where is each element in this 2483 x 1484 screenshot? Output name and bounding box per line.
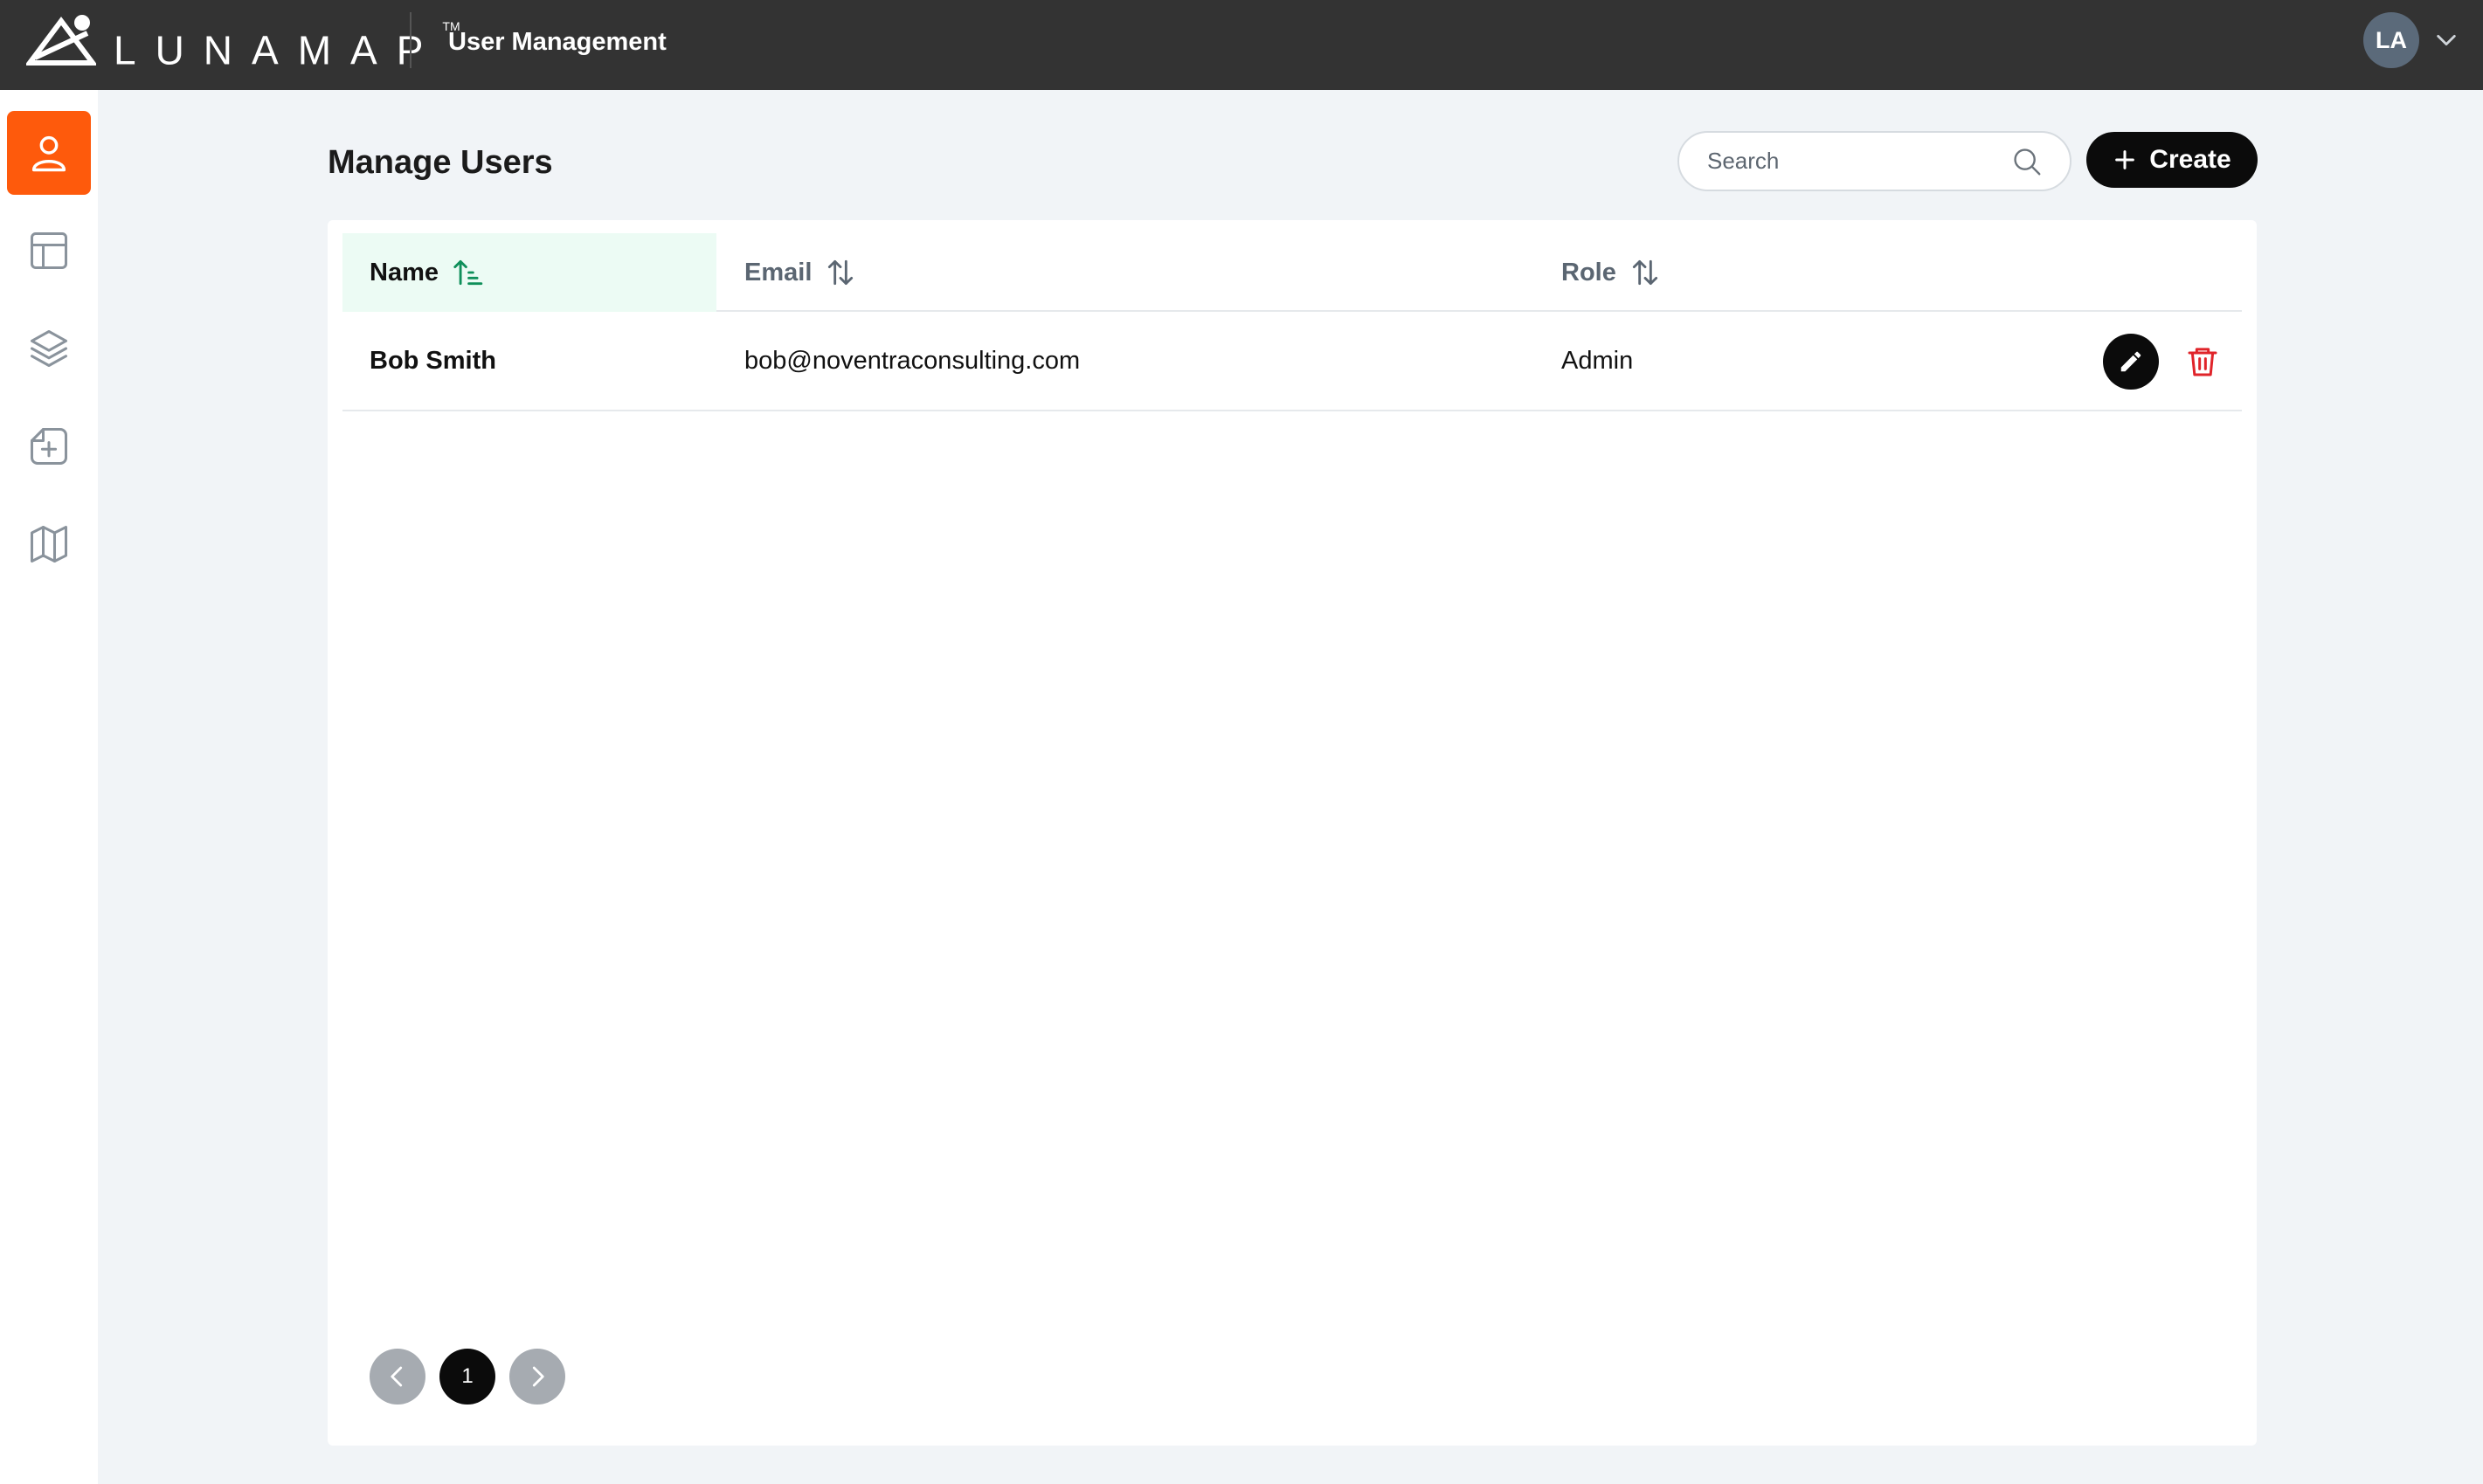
table-row[interactable]: Bob Smith bob@noventraconsulting.com Adm… xyxy=(342,312,2242,411)
create-button-label: Create xyxy=(2149,145,2231,174)
sort-icon[interactable] xyxy=(1629,256,1662,289)
layers-icon xyxy=(30,329,68,368)
plus-icon xyxy=(2115,150,2135,169)
sort-icon[interactable] xyxy=(824,256,857,289)
sort-ascending-icon[interactable] xyxy=(451,256,484,289)
delete-user-button[interactable] xyxy=(2183,342,2222,381)
page-number-button[interactable]: 1 xyxy=(439,1349,495,1405)
sidebar-item-users[interactable] xyxy=(7,111,91,195)
page-title: Manage Users xyxy=(328,144,553,181)
column-label-email: Email xyxy=(744,258,813,286)
cell-name: Bob Smith xyxy=(370,346,496,375)
users-table-card: Name Email Role Bob Smith bob@noventraco… xyxy=(328,220,2257,1446)
user-avatar[interactable]: LA xyxy=(2363,12,2419,68)
next-page-button[interactable] xyxy=(509,1349,565,1405)
top-bar: LUNAMAPTM User Management LA xyxy=(0,0,2483,90)
user-icon xyxy=(31,135,66,172)
header-divider xyxy=(410,12,412,68)
sidebar-item-layers[interactable] xyxy=(7,307,91,390)
chevron-right-icon xyxy=(532,1366,544,1387)
cell-role: Admin xyxy=(1561,346,1634,375)
chevron-down-icon[interactable] xyxy=(2434,28,2459,52)
trash-icon xyxy=(2188,348,2217,376)
column-header-name[interactable]: Name xyxy=(342,233,716,312)
search-input[interactable] xyxy=(1707,148,2010,175)
map-icon xyxy=(30,525,68,563)
chevron-left-icon xyxy=(391,1366,403,1387)
pagination: 1 xyxy=(370,1349,565,1405)
brand-name: LUNAMAPTM xyxy=(114,19,460,73)
sidebar-item-map[interactable] xyxy=(7,502,91,586)
column-label-role: Role xyxy=(1561,258,1616,286)
search-box[interactable] xyxy=(1677,131,2071,191)
column-header-email[interactable]: Email xyxy=(716,233,1503,312)
layout-icon xyxy=(30,231,68,270)
previous-page-button[interactable] xyxy=(370,1349,425,1405)
pencil-icon xyxy=(2120,351,2141,372)
column-header-role[interactable]: Role xyxy=(1561,233,1998,312)
edit-user-button[interactable] xyxy=(2103,334,2159,390)
app-title: User Management xyxy=(448,28,667,56)
add-file-icon xyxy=(30,427,68,466)
create-button[interactable]: Create xyxy=(2086,132,2258,188)
search-icon[interactable] xyxy=(2010,145,2044,178)
sidebar-item-add-file[interactable] xyxy=(7,404,91,488)
table-header: Name Email Role xyxy=(342,233,2242,312)
column-label-name: Name xyxy=(370,258,439,286)
cell-email: bob@noventraconsulting.com xyxy=(744,346,1081,375)
lunamap-logo-icon[interactable] xyxy=(26,12,96,73)
sidebar xyxy=(0,90,98,1484)
sidebar-item-layout[interactable] xyxy=(7,209,91,293)
